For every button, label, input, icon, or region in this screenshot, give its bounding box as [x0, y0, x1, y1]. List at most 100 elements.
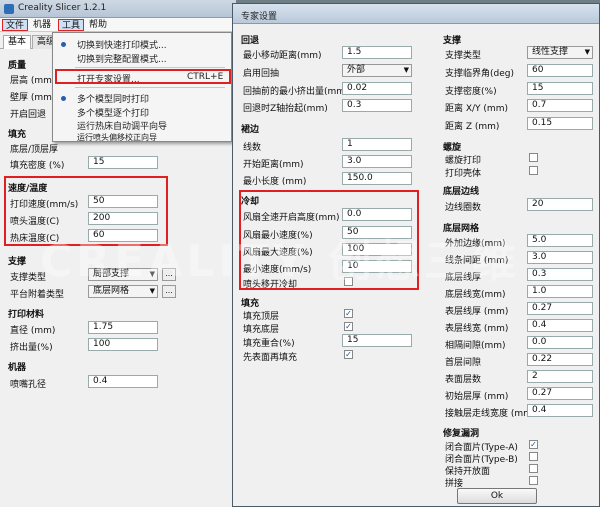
infill-overlap-label: 填充重合(%) — [243, 339, 295, 349]
exp-support-type-label: 支撑类型 — [445, 51, 482, 61]
flow-input[interactable]: 100 — [88, 338, 158, 351]
solid-bottom-label: 填充底层 — [243, 325, 280, 335]
raft-interface-thickness-input[interactable]: 0.27 — [527, 302, 593, 315]
solid-bottom-checkbox[interactable]: ✓ — [344, 322, 353, 331]
menu-item-quick-mode[interactable]: 切换到快速打印模式... — [77, 38, 167, 51]
print-speed-input[interactable]: 50 — [88, 195, 158, 208]
menu-item-print-one-label: 多个模型逐个打印 — [77, 109, 150, 119]
menu-help[interactable]: 帮助 — [86, 19, 110, 31]
ok-button[interactable]: Ok — [457, 488, 537, 504]
flow-label: 挤出量(%) — [10, 343, 53, 353]
menu-separator — [75, 67, 225, 68]
machine-header: 机器 — [8, 363, 27, 373]
quality-header: 质量 — [8, 61, 27, 71]
menu-item-bed-leveling-label: 运行热床自动调平向导 — [77, 122, 168, 132]
watermark: CREALITY 创想三维 — [40, 236, 520, 287]
enable-combing-label: 启用回抽 — [243, 69, 280, 79]
skirt-distance-input[interactable]: 3.0 — [342, 155, 412, 168]
radio-bullet-icon — [61, 42, 66, 47]
min-travel-label: 最小移动距离(mm) — [243, 51, 322, 61]
raft-surface-layers-label: 表面层数 — [445, 375, 482, 385]
radio-bullet-icon — [61, 96, 66, 101]
skirt-header: 裙边 — [241, 125, 260, 135]
raft-surface-thickness-input[interactable]: 0.27 — [527, 387, 593, 400]
infill-header: 填充 — [241, 299, 260, 309]
fill-header: 填充 — [8, 130, 27, 140]
solid-top-checkbox[interactable]: ✓ — [344, 309, 353, 318]
enable-combing-select[interactable]: 外部 ▼ — [342, 64, 412, 77]
menu-item-bed-leveling-wizard[interactable]: 运行热床自动调平向导 — [77, 119, 167, 132]
menu-item-print-one-at-a-time[interactable]: 多个模型逐个打印 — [77, 106, 149, 119]
menu-item-full-mode-label: 切换到完整配置模式... — [77, 55, 167, 65]
expert-titlebar[interactable]: 专家设置 — [233, 4, 599, 24]
spiralize-checkbox[interactable] — [529, 153, 538, 162]
main-window-title: Creality Slicer 1.2.1 — [18, 3, 107, 13]
keep-open-faces-checkbox[interactable] — [529, 464, 538, 473]
menu-tools[interactable]: 工具 — [58, 19, 85, 31]
menu-item-expert-shortcut: CTRL+E — [187, 72, 224, 82]
raft-surface-width-input[interactable]: 0.4 — [527, 404, 593, 417]
menubar: 文件 机器 工具 帮助 — [0, 18, 236, 32]
exp-support-header: 支撑 — [443, 36, 462, 46]
filament-header: 打印材料 — [8, 310, 45, 320]
raft-base-thickness-input[interactable]: 0.3 — [527, 268, 593, 281]
raft-interface-width-label: 表层线宽 (mm) — [445, 324, 509, 334]
fix-type-a-checkbox[interactable]: ✓ — [529, 440, 538, 449]
only-outer-checkbox[interactable] — [529, 166, 538, 175]
fan-full-height-input[interactable]: 0.0 — [342, 208, 412, 221]
menu-item-head-offset-wizard[interactable]: 运行喷头偏移校正向导 — [77, 132, 157, 143]
wall-thickness-label: 壁厚 (mm) — [10, 93, 56, 103]
support-z-input[interactable]: 0.15 — [527, 117, 593, 130]
diameter-input[interactable]: 1.75 — [88, 321, 158, 334]
menu-machine[interactable]: 机器 — [30, 19, 54, 31]
menu-item-head-offset-label: 运行喷头偏移校正向导 — [77, 133, 157, 142]
min-travel-input[interactable]: 1.5 — [342, 46, 412, 59]
skirt-lines-label: 线数 — [243, 143, 262, 153]
retraction-header: 回退 — [241, 36, 260, 46]
expert-dialog-title: 专家设置 — [241, 12, 278, 22]
nozzle-temp-input[interactable]: 200 — [88, 212, 158, 225]
raft-base-width-input[interactable]: 1.0 — [527, 285, 593, 298]
raft-airgap-label: 相隔间隙(mm) — [445, 341, 506, 351]
exp-support-type-value: 线性支撑 — [532, 47, 569, 57]
tools-dropdown-menu: 切换到快速打印模式... 切换到完整配置模式... 打开专家设置... CTRL+… — [52, 32, 232, 142]
nozzle-size-input[interactable]: 0.4 — [88, 375, 158, 388]
support-density-input[interactable]: 15 — [527, 82, 593, 95]
raft-first-gap-input[interactable]: 0.22 — [527, 353, 593, 366]
menu-item-expert-settings[interactable]: 打开专家设置... CTRL+E — [77, 72, 223, 85]
min-extrusion-input[interactable]: 0.02 — [342, 82, 412, 95]
support-xy-input[interactable]: 0.7 — [527, 99, 593, 112]
diameter-label: 直径 (mm) — [10, 326, 56, 336]
fan-full-height-label: 风扇全速开启高度(mm) — [243, 213, 340, 223]
min-extrusion-label: 回抽前的最小挤出量(mm) — [243, 87, 349, 97]
menu-item-expert-settings-label: 打开专家设置... — [77, 75, 140, 85]
menu-file[interactable]: 文件 — [2, 19, 29, 31]
infill-overlap-input[interactable]: 15 — [342, 334, 412, 347]
nozzle-size-label: 喷嘴孔径 — [10, 380, 47, 390]
tab-basic[interactable]: 基本 — [3, 35, 32, 49]
raft-interface-width-input[interactable]: 0.4 — [527, 319, 593, 332]
z-hop-input[interactable]: 0.3 — [342, 99, 412, 112]
skirt-min-length-input[interactable]: 150.0 — [342, 172, 412, 185]
infill-before-walls-checkbox[interactable]: ✓ — [344, 350, 353, 359]
retraction-label: 开启回退 — [10, 110, 47, 120]
menu-item-full-mode[interactable]: 切换到完整配置模式... — [77, 52, 167, 65]
raft-line-spacing-input[interactable]: 3.0 — [527, 251, 593, 264]
menu-item-print-all-at-once[interactable]: 多个模型同时打印 — [77, 92, 149, 105]
menu-item-print-all-label: 多个模型同时打印 — [77, 95, 150, 105]
support-angle-input[interactable]: 60 — [527, 64, 593, 77]
fix-type-b-checkbox[interactable] — [529, 452, 538, 461]
support-density-label: 支撑密度(%) — [445, 87, 497, 97]
raft-margin-input[interactable]: 5.0 — [527, 234, 593, 247]
main-titlebar[interactable]: Creality Slicer 1.2.1 — [0, 0, 236, 18]
raft-surface-layers-input[interactable]: 2 — [527, 370, 593, 383]
skirt-lines-input[interactable]: 1 — [342, 138, 412, 151]
extensive-stitching-checkbox[interactable] — [529, 476, 538, 485]
brim-line-count-label: 边线圈数 — [445, 203, 482, 213]
support-angle-label: 支撑临界角(deg) — [445, 69, 514, 79]
fill-density-input[interactable]: 15 — [88, 156, 158, 169]
raft-first-gap-label: 首层间隙 — [445, 358, 482, 368]
brim-line-count-input[interactable]: 20 — [527, 198, 593, 211]
raft-airgap-input[interactable]: 0.0 — [527, 336, 593, 349]
exp-support-type-select[interactable]: 线性支撑 ▼ — [527, 46, 593, 59]
